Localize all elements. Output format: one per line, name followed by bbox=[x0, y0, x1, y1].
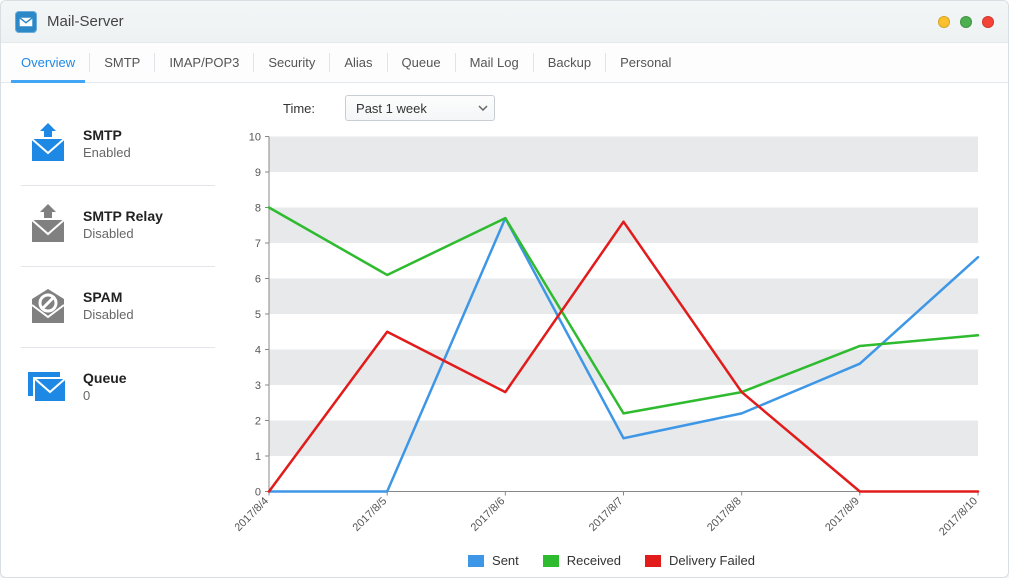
svg-text:2017/8/7: 2017/8/7 bbox=[587, 495, 626, 534]
status-smtp: SMTP Enabled bbox=[21, 105, 215, 185]
chart-area: 0123456789102017/8/42017/8/52017/8/62017… bbox=[235, 127, 988, 547]
tab-mail-log[interactable]: Mail Log bbox=[456, 43, 533, 82]
status-value: Enabled bbox=[83, 145, 131, 160]
tab-bar: Overview SMTP IMAP/POP3 Security Alias Q… bbox=[1, 43, 1008, 83]
close-button[interactable] bbox=[982, 16, 994, 28]
main-panel: Time: Past 1 week 0123456789102017/8/420… bbox=[235, 83, 1008, 577]
svg-text:2017/8/9: 2017/8/9 bbox=[823, 495, 862, 534]
svg-text:4: 4 bbox=[255, 345, 261, 357]
status-queue: Queue 0 bbox=[21, 348, 215, 414]
legend-swatch bbox=[543, 555, 559, 567]
title-bar: Mail-Server bbox=[1, 1, 1008, 43]
status-spam: SPAM Disabled bbox=[21, 267, 215, 347]
tab-label: Overview bbox=[21, 55, 75, 70]
legend-swatch bbox=[468, 555, 484, 567]
svg-text:2017/8/8: 2017/8/8 bbox=[705, 495, 744, 534]
tab-imap-pop3[interactable]: IMAP/POP3 bbox=[155, 43, 253, 82]
svg-text:3: 3 bbox=[255, 380, 261, 392]
tab-label: Mail Log bbox=[470, 55, 519, 70]
svg-text:10: 10 bbox=[249, 132, 261, 144]
svg-text:2017/8/4: 2017/8/4 bbox=[235, 495, 271, 534]
legend-sent: Sent bbox=[468, 553, 519, 568]
status-title: SPAM bbox=[83, 289, 134, 305]
status-title: SMTP bbox=[83, 127, 131, 143]
content-body: SMTP Enabled SMTP Relay Disabled bbox=[1, 83, 1008, 577]
status-value: Disabled bbox=[83, 307, 134, 322]
legend-received: Received bbox=[543, 553, 621, 568]
maximize-button[interactable] bbox=[960, 16, 972, 28]
status-smtp-relay: SMTP Relay Disabled bbox=[21, 186, 215, 266]
svg-text:7: 7 bbox=[255, 238, 261, 250]
svg-text:6: 6 bbox=[255, 274, 261, 286]
svg-text:9: 9 bbox=[255, 167, 261, 179]
svg-text:5: 5 bbox=[255, 309, 261, 321]
legend-label: Received bbox=[567, 553, 621, 568]
tab-label: Alias bbox=[344, 55, 372, 70]
status-value: Disabled bbox=[83, 226, 163, 241]
tab-alias[interactable]: Alias bbox=[330, 43, 386, 82]
time-range-select[interactable]: Past 1 week bbox=[345, 95, 495, 121]
mail-down-icon bbox=[21, 202, 75, 246]
app-window: Mail-Server Overview SMTP IMAP/POP3 Secu… bbox=[0, 0, 1009, 578]
tab-backup[interactable]: Backup bbox=[534, 43, 605, 82]
svg-text:2017/8/10: 2017/8/10 bbox=[937, 495, 980, 538]
tab-personal[interactable]: Personal bbox=[606, 43, 685, 82]
tab-security[interactable]: Security bbox=[254, 43, 329, 82]
legend-label: Sent bbox=[492, 553, 519, 568]
title-bar-title: Mail-Server bbox=[47, 13, 124, 30]
minimize-button[interactable] bbox=[938, 16, 950, 28]
chart-legend: Sent Received Delivery Failed bbox=[235, 547, 988, 570]
time-label: Time: bbox=[283, 101, 315, 116]
tab-label: Security bbox=[268, 55, 315, 70]
mail-up-icon bbox=[21, 121, 75, 165]
mail-block-icon bbox=[21, 283, 75, 327]
app-icon bbox=[15, 11, 37, 33]
tab-label: Backup bbox=[548, 55, 591, 70]
window-controls bbox=[938, 16, 994, 28]
tab-queue[interactable]: Queue bbox=[388, 43, 455, 82]
svg-text:2017/8/5: 2017/8/5 bbox=[351, 495, 390, 534]
time-range-value: Past 1 week bbox=[356, 101, 427, 116]
status-title: SMTP Relay bbox=[83, 208, 163, 224]
tab-label: Queue bbox=[402, 55, 441, 70]
svg-text:8: 8 bbox=[255, 203, 261, 215]
tab-overview[interactable]: Overview bbox=[7, 43, 89, 82]
mail-stack-icon bbox=[21, 364, 75, 408]
status-value: 0 bbox=[83, 388, 127, 403]
status-sidebar: SMTP Enabled SMTP Relay Disabled bbox=[1, 83, 235, 577]
chevron-down-icon bbox=[478, 105, 488, 111]
svg-text:2: 2 bbox=[255, 416, 261, 428]
tab-label: SMTP bbox=[104, 55, 140, 70]
line-chart: 0123456789102017/8/42017/8/52017/8/62017… bbox=[235, 127, 988, 547]
svg-text:2017/8/6: 2017/8/6 bbox=[469, 495, 508, 534]
tab-smtp[interactable]: SMTP bbox=[90, 43, 154, 82]
status-title: Queue bbox=[83, 370, 127, 386]
legend-label: Delivery Failed bbox=[669, 553, 755, 568]
tab-label: Personal bbox=[620, 55, 671, 70]
chart-controls: Time: Past 1 week bbox=[235, 95, 988, 127]
tab-label: IMAP/POP3 bbox=[169, 55, 239, 70]
legend-swatch bbox=[645, 555, 661, 567]
legend-delivery-failed: Delivery Failed bbox=[645, 553, 755, 568]
svg-text:1: 1 bbox=[255, 451, 261, 463]
